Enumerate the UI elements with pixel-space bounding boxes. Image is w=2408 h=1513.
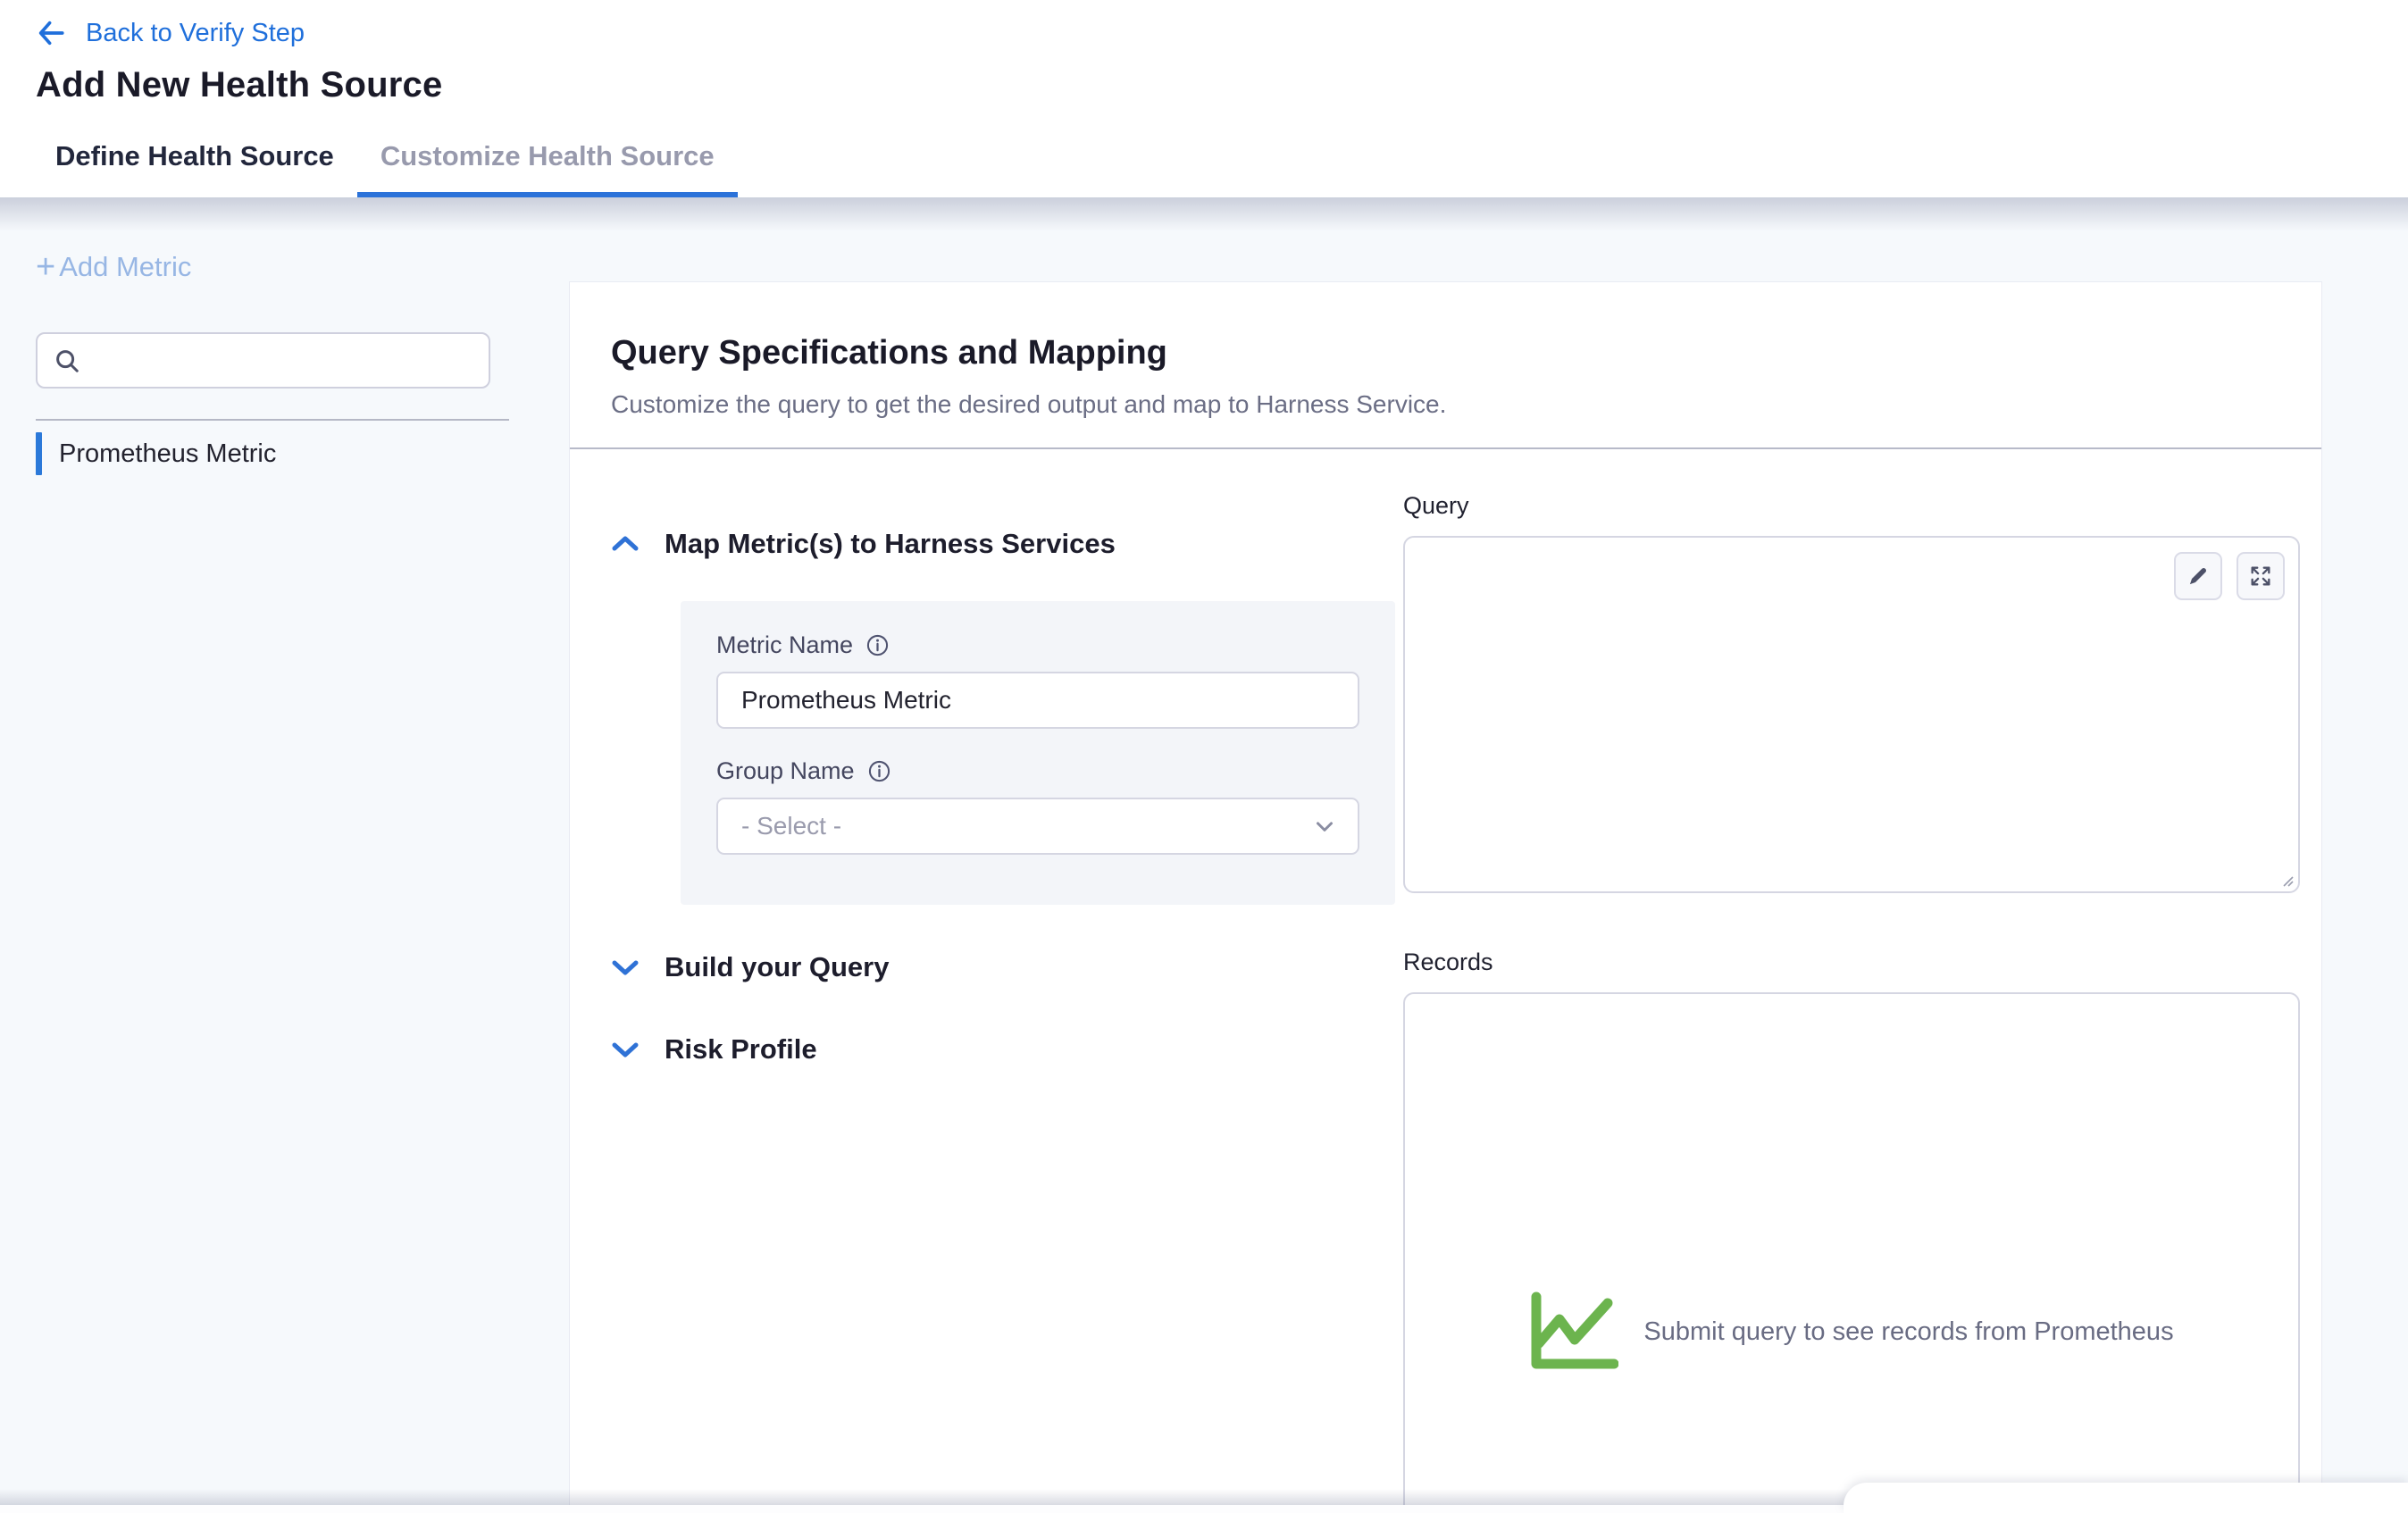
tab-bar: Define Health Source Customize Health So…	[0, 134, 2408, 197]
plus-icon: +	[36, 254, 55, 280]
info-icon[interactable]	[867, 759, 891, 783]
card-subtitle: Customize the query to get the desired o…	[611, 390, 2280, 419]
chevron-up-icon	[611, 534, 640, 554]
add-health-source-page: Back to Verify Step Add New Health Sourc…	[0, 0, 2408, 197]
metric-search	[36, 332, 490, 389]
records-label: Records	[1403, 949, 2300, 976]
content-area: + Add Metric Prometheus Metric Query Spe…	[0, 197, 2408, 1513]
card-title: Query Specifications and Mapping	[611, 334, 2280, 372]
query-label: Query	[1403, 492, 2300, 520]
chevron-down-icon	[611, 957, 640, 977]
metric-list-item-prometheus[interactable]: Prometheus Metric	[0, 431, 533, 476]
back-arrow-icon	[36, 18, 66, 48]
page-title: Add New Health Source	[36, 65, 2408, 105]
expand-query-button[interactable]	[2237, 552, 2285, 600]
edit-query-button[interactable]	[2174, 552, 2222, 600]
map-metrics-panel: Metric Name Group Name	[681, 601, 1395, 905]
metric-name-label: Metric Name	[716, 631, 853, 659]
section-map-metrics-toggle[interactable]: Map Metric(s) to Harness Services	[611, 524, 1379, 564]
records-panel: Submit query to see records from Prometh…	[1403, 992, 2300, 1513]
chevron-down-icon	[611, 1040, 640, 1059]
query-input[interactable]	[1405, 538, 2298, 891]
metric-item-label: Prometheus Metric	[59, 439, 276, 469]
mapping-column: Map Metric(s) to Harness Services Metric…	[611, 524, 1379, 1069]
query-editor	[1403, 536, 2300, 893]
add-metric-label: Add Metric	[59, 251, 191, 283]
card-header: Query Specifications and Mapping Customi…	[570, 282, 2321, 419]
resize-handle-icon[interactable]	[2278, 872, 2295, 888]
card-body: Map Metric(s) to Harness Services Metric…	[570, 449, 2321, 1513]
group-name-label: Group Name	[716, 757, 855, 785]
search-icon	[54, 347, 80, 374]
records-empty-message: Submit query to see records from Prometh…	[1643, 1317, 2173, 1347]
metric-search-input[interactable]	[93, 334, 472, 387]
section-build-query-title: Build your Query	[665, 951, 889, 983]
back-link[interactable]: Back to Verify Step	[36, 14, 305, 52]
section-risk-profile-toggle[interactable]: Risk Profile	[611, 1030, 1379, 1069]
records-empty-state: Submit query to see records from Prometh…	[1529, 1291, 2173, 1372]
section-build-query-toggle[interactable]: Build your Query	[611, 948, 1379, 987]
tab-customize-health-source[interactable]: Customize Health Source	[357, 140, 738, 197]
line-chart-icon	[1529, 1291, 1618, 1372]
section-map-metrics-title: Map Metric(s) to Harness Services	[665, 528, 1116, 560]
footer-panel-corner	[1844, 1483, 2408, 1513]
tab-define-health-source[interactable]: Define Health Source	[32, 140, 357, 197]
expand-icon	[2248, 564, 2273, 589]
page-header: Back to Verify Step Add New Health Sourc…	[0, 0, 2408, 134]
metric-name-input[interactable]	[716, 672, 1359, 729]
section-risk-profile-title: Risk Profile	[665, 1033, 817, 1066]
group-name-select[interactable]: - Select -	[716, 798, 1359, 855]
chevron-down-icon	[1311, 813, 1338, 840]
sidebar-divider	[36, 419, 509, 421]
metrics-sidebar: + Add Metric Prometheus Metric	[0, 197, 569, 1513]
group-name-placeholder: - Select -	[741, 812, 841, 840]
selected-indicator-bar	[36, 432, 42, 475]
query-column: Query	[1403, 492, 2300, 1513]
info-icon[interactable]	[865, 633, 890, 657]
query-specifications-card: Query Specifications and Mapping Customi…	[569, 281, 2322, 1513]
back-link-label: Back to Verify Step	[86, 19, 305, 48]
pencil-icon	[2186, 564, 2211, 589]
add-metric-button[interactable]: + Add Metric	[36, 251, 191, 283]
